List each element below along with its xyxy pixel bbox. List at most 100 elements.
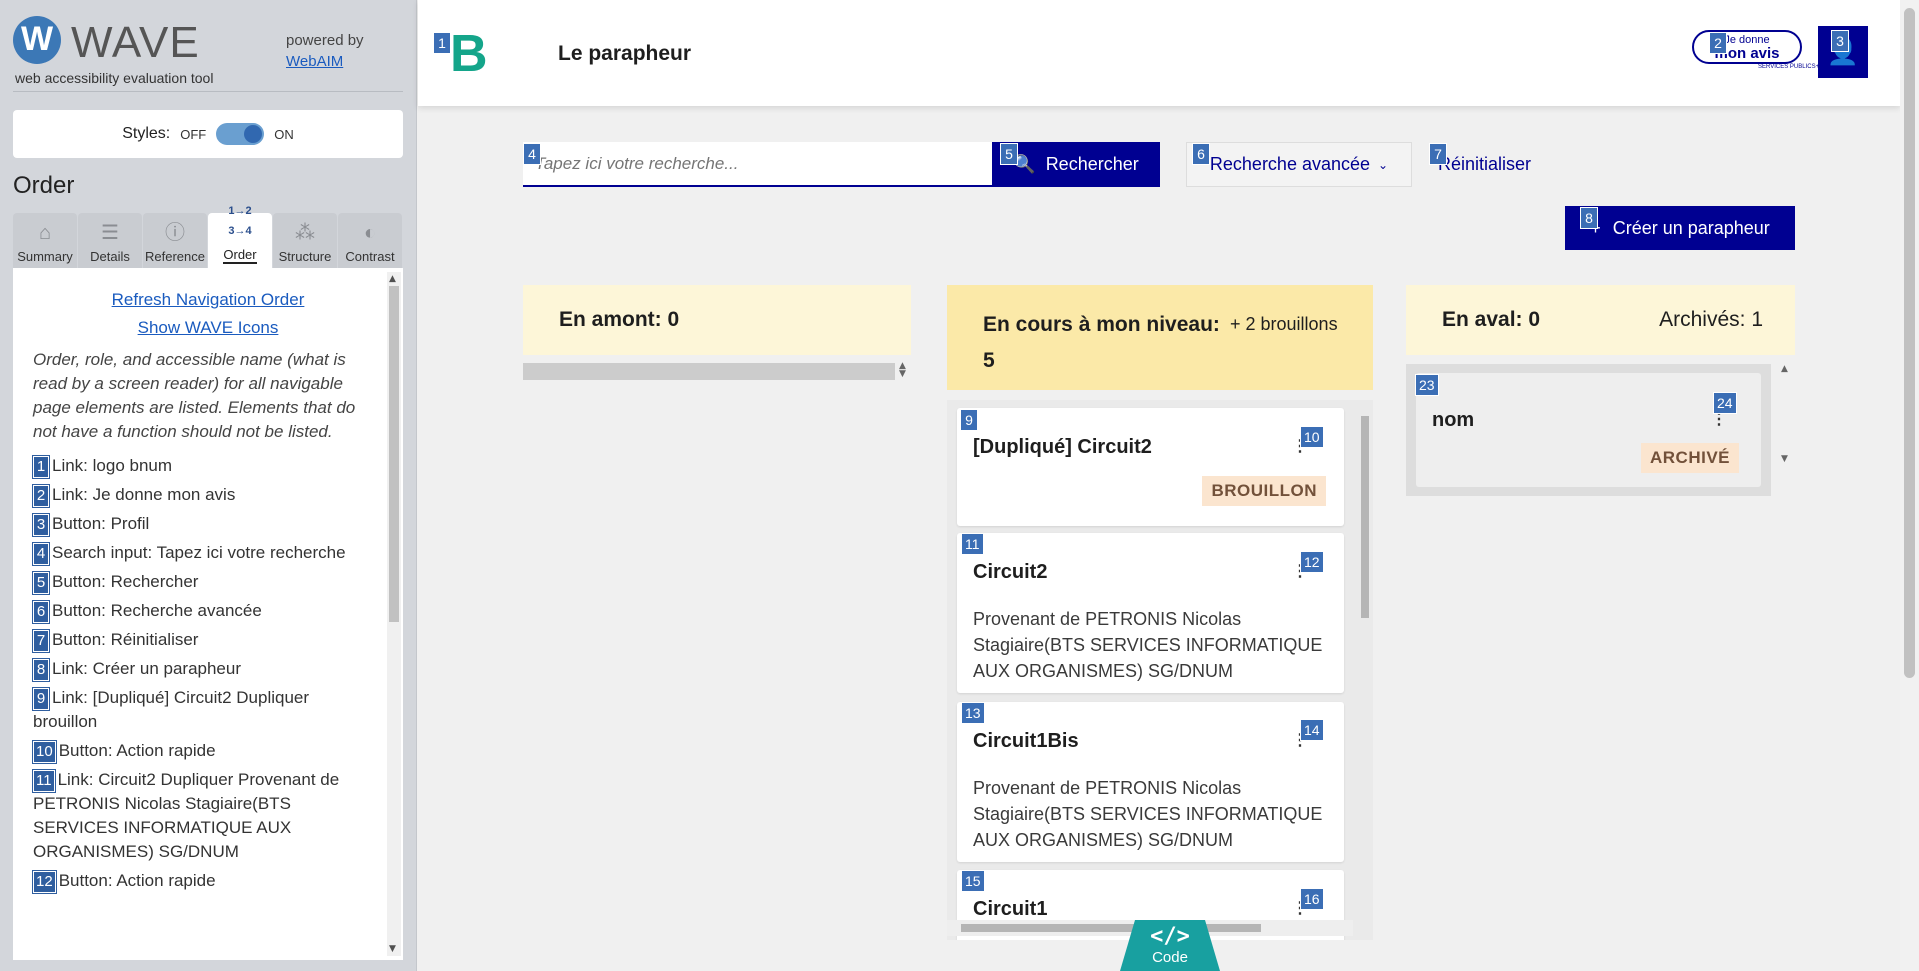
- wave-links: Refresh Navigation Order Show WAVE Icons: [13, 268, 403, 338]
- styles-label: Styles:: [122, 125, 171, 142]
- card-title: Circuit2: [973, 561, 1048, 583]
- list-item[interactable]: 5 Button: Rechercher: [32, 570, 365, 595]
- wave-tabs: ⌂ Summary ☰ Details ⓘ Reference 1→2 3→4 Order…: [13, 205, 403, 268]
- order-badge: 15: [961, 870, 985, 892]
- tab-label: Summary: [17, 249, 73, 264]
- scroll-thumb[interactable]: [1361, 416, 1369, 618]
- amont-scroll[interactable]: ▲ ▼: [899, 362, 906, 379]
- avis-sub: SERVICES PUBLICS+: [1758, 64, 1820, 70]
- order-number: 7: [32, 629, 50, 653]
- order-text: Button: Action rapide: [58, 871, 216, 890]
- order-text: Button: Profil: [52, 514, 150, 533]
- cours-title: En cours à mon niveau: 5: [983, 313, 1220, 372]
- card-title: nom: [1432, 409, 1475, 431]
- list-item[interactable]: 6 Button: Recherche avancée: [32, 599, 365, 624]
- list-item[interactable]: 1 Link: logo bnum: [32, 454, 365, 479]
- code-button[interactable]: </> Code: [1120, 920, 1220, 971]
- styles-toggle[interactable]: [216, 123, 265, 145]
- list-item[interactable]: 12 Button: Action rapide: [32, 869, 365, 894]
- list-item[interactable]: 7 Button: Réinitialiser: [32, 628, 365, 653]
- tab-summary[interactable]: ⌂ Summary: [13, 213, 77, 268]
- order-badge: 1: [433, 32, 451, 54]
- order-number: 8: [32, 658, 50, 682]
- page-scrollbar[interactable]: [1900, 0, 1919, 971]
- tab-order[interactable]: 1→2 3→4 Order: [208, 205, 272, 268]
- tab-contrast[interactable]: ◐ Contrast: [338, 213, 402, 268]
- tab-details[interactable]: ☰ Details: [78, 213, 142, 268]
- powered-by: powered by: [286, 32, 364, 49]
- tab-label: Details: [90, 249, 130, 264]
- brouillons-count: + 2 brouillons: [1230, 314, 1338, 334]
- create-parapheur-button[interactable]: + Créer un parapheur: [1565, 206, 1795, 250]
- column-aval-header: En aval: 0 Archivés: 1: [1406, 285, 1795, 355]
- wave-brand: W WAVE web accessibility evaluation tool…: [13, 16, 403, 92]
- order-text: Link: Je donne mon avis: [52, 485, 236, 504]
- contrast-icon: ◐: [363, 222, 377, 244]
- search-input[interactable]: [523, 142, 993, 187]
- order-text: Link: Circuit2 Dupliquer Provenant de PE…: [33, 770, 340, 861]
- code-icon: </>: [1150, 924, 1190, 949]
- webaim-link[interactable]: WebAIM: [286, 53, 343, 70]
- list-item[interactable]: 9 Link: [Dupliqué] Circuit2 Dupliquer bro…: [32, 686, 365, 734]
- list-item[interactable]: 2 Link: Je donne mon avis: [32, 483, 365, 508]
- scroll-thumb[interactable]: [961, 924, 1261, 932]
- column-amont-header: En amont: 0: [523, 285, 911, 355]
- scroll-thumb[interactable]: [389, 286, 399, 622]
- order-badge: 4: [523, 143, 541, 165]
- app-header: B Le parapheur Je donne mon avis SERVICE…: [418, 0, 1900, 106]
- list-item[interactable]: 3 Button: Profil: [32, 512, 365, 537]
- styles-toggle-box: Styles: OFF ON: [13, 110, 403, 158]
- list-item[interactable]: 10 Button: Action rapide: [32, 739, 365, 764]
- scroll-thumb[interactable]: [1904, 8, 1915, 678]
- card-description: Provenant de PETRONIS Nicolas Stagiaire(…: [973, 778, 1323, 850]
- order-number: 11: [32, 769, 56, 793]
- show-icons-link[interactable]: Show WAVE Icons: [13, 318, 403, 338]
- order-number: 3: [32, 513, 50, 537]
- parapheur-card[interactable]: Circuit1Bis ⋮ Provenant de PETRONIS Nico…: [957, 702, 1344, 862]
- wave-sidebar: W WAVE web accessibility evaluation tool…: [0, 0, 417, 971]
- create-label: Créer un parapheur: [1612, 217, 1770, 238]
- tab-label: Contrast: [345, 249, 395, 264]
- aval-scroll[interactable]: ▲ ▼: [1781, 364, 1788, 464]
- order-number: 4: [32, 542, 50, 566]
- scroll-down-icon[interactable]: ▼: [389, 944, 396, 954]
- amont-list: [523, 363, 895, 380]
- page-title: Le parapheur: [558, 42, 692, 65]
- order-badge: 12: [1300, 551, 1324, 573]
- list-item[interactable]: 4 Search input: Tapez ici votre recherche: [32, 541, 365, 566]
- parapheur-card[interactable]: Circuit2 ⋮ Provenant de PETRONIS Nicolas…: [957, 533, 1344, 693]
- order-number: 10: [32, 740, 57, 764]
- status-badge: BROUILLON: [1202, 476, 1326, 506]
- card-title: [Dupliqué] Circuit2: [973, 436, 1152, 458]
- list-item[interactable]: 8 Link: Créer un parapheur: [32, 657, 365, 682]
- status-badge: ARCHIVÉ: [1640, 443, 1739, 473]
- archives-count[interactable]: Archivés: 1: [1659, 308, 1763, 332]
- order-number: 2: [32, 484, 50, 508]
- tab-structure[interactable]: ⁂ Structure: [273, 213, 337, 268]
- card-title: Circuit1: [973, 898, 1048, 920]
- info-icon: ⓘ: [165, 222, 185, 244]
- scroll-up-icon[interactable]: ▲: [389, 274, 396, 284]
- logo-bnum[interactable]: B: [450, 28, 488, 80]
- order-icon: 1→2 3→4: [228, 205, 252, 237]
- tab-reference[interactable]: ⓘ Reference: [143, 213, 207, 268]
- order-text: Button: Recherche avancée: [52, 601, 262, 620]
- column-cours-header: En cours à mon niveau: 5 + 2 brouillons: [947, 285, 1373, 390]
- cours-list: [Dupliqué] Circuit2 ⋮ BROUILLON Circuit2…: [947, 400, 1373, 940]
- refresh-order-link[interactable]: Refresh Navigation Order: [13, 290, 403, 310]
- wave-logo-icon: W: [13, 16, 61, 64]
- order-number: 6: [32, 600, 50, 624]
- order-badge: 5: [1000, 143, 1018, 165]
- tab-label: Reference: [145, 249, 205, 264]
- order-badge: 11: [961, 533, 984, 555]
- card-title: Circuit1Bis: [973, 730, 1079, 752]
- order-badge: 10: [1300, 426, 1324, 448]
- advanced-search-button[interactable]: Recherche avancée ⌄: [1186, 142, 1412, 187]
- cours-scrollbar[interactable]: [1357, 400, 1373, 920]
- aval-title: En aval: 0: [1442, 308, 1541, 331]
- list-item[interactable]: 11 Link: Circuit2 Dupliquer Provenant de …: [32, 768, 365, 864]
- parapheur-card[interactable]: [Dupliqué] Circuit2 ⋮ BROUILLON: [957, 408, 1344, 526]
- wave-scrollbar[interactable]: ▲ ▼: [387, 272, 401, 956]
- reset-button[interactable]: Réinitialiser: [1438, 142, 1531, 187]
- archived-card[interactable]: nom ⋮ ARCHIVÉ: [1416, 373, 1761, 487]
